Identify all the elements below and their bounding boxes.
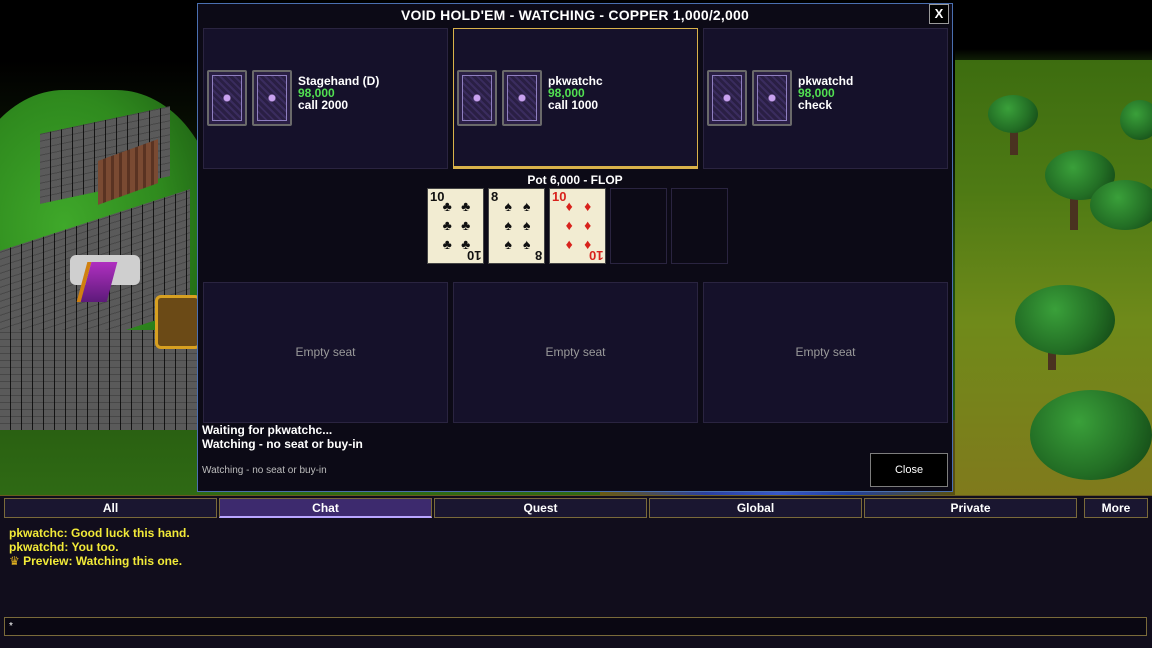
crown-icon: ♛ xyxy=(9,554,20,568)
tab-global[interactable]: Global xyxy=(649,498,862,518)
hole-card-facedown xyxy=(207,70,247,126)
chat-message: ♛ Preview: Watching this one. xyxy=(9,554,1139,568)
clubs-icon: ♣ xyxy=(442,216,452,233)
chat-message-text: Preview: Watching this one. xyxy=(23,554,183,568)
hole-card-facedown xyxy=(252,70,292,126)
tree xyxy=(1030,390,1152,480)
spades-icon: ♠ xyxy=(504,198,512,215)
chat-message: pkwatchc: Good luck this hand. xyxy=(9,526,190,540)
tab-more[interactable]: More xyxy=(1084,498,1148,518)
hole-card-facedown xyxy=(457,70,497,126)
status-footer: Watching - no seat or buy-in xyxy=(202,465,327,476)
diamonds-icon: ♦ xyxy=(565,198,573,215)
tree xyxy=(988,95,1038,133)
tree xyxy=(1015,285,1115,355)
pot-label: Pot 6,000 - FLOP xyxy=(527,173,623,187)
empty-seat-6[interactable]: Empty seat xyxy=(703,282,948,423)
chat-panel: All Chat Quest Global Private More pkwat… xyxy=(0,495,1152,648)
chat-message: pkwatchd: You too. xyxy=(9,540,119,554)
hole-card-facedown xyxy=(707,70,747,126)
empty-seat-4[interactable]: Empty seat xyxy=(203,282,448,423)
chat-input[interactable]: * xyxy=(4,617,1147,636)
spades-icon: ♠ xyxy=(504,216,512,233)
diamonds-icon: ♦ xyxy=(584,198,592,215)
player-action: call 1000 xyxy=(548,98,599,112)
card-rank: 8 xyxy=(534,248,542,263)
player-seat-1[interactable]: Stagehand (D) 98,000 call 2000 xyxy=(203,28,448,169)
card-pips: ♠ ♠ ♠ ♠ ♠ ♠ xyxy=(499,197,536,253)
poker-table-window: VOID HOLD'EM - WATCHING - COPPER 1,000/2… xyxy=(197,3,953,492)
clubs-icon: ♣ xyxy=(461,216,471,233)
close-window-button[interactable]: X xyxy=(929,4,949,24)
diamonds-icon: ♦ xyxy=(565,235,573,252)
tab-quest[interactable]: Quest xyxy=(434,498,647,518)
board-card-slot-empty xyxy=(610,188,667,264)
hole-card-facedown xyxy=(752,70,792,126)
status-waiting: Waiting for pkwatchc... xyxy=(202,423,333,437)
empty-seat-label: Empty seat xyxy=(795,345,856,359)
chat-message-list: pkwatchc: Good luck this hand. pkwatchd:… xyxy=(9,526,1139,568)
tree xyxy=(1090,180,1152,230)
board-card-slot-empty xyxy=(671,188,728,264)
diamonds-icon: ♦ xyxy=(584,216,592,233)
card-pips: ♣ ♣ ♣ ♣ ♣ ♣ xyxy=(438,197,475,253)
card-pips: ♦ ♦ ♦ ♦ ♦ ♦ xyxy=(560,197,597,253)
spades-icon: ♠ xyxy=(504,235,512,252)
card-rank: 10 xyxy=(588,248,603,263)
player-action: call 2000 xyxy=(298,98,349,112)
board-card-ten-of-clubs: 10 ♣ ♣ ♣ ♣ ♣ ♣ 10 xyxy=(427,188,484,264)
player-action: check xyxy=(798,98,833,112)
empty-seat-label: Empty seat xyxy=(545,345,606,359)
player-seat-2[interactable]: pkwatchc 98,000 call 1000 xyxy=(453,28,698,169)
spades-icon: ♠ xyxy=(523,198,531,215)
close-button[interactable]: Close xyxy=(870,453,948,487)
clubs-icon: ♣ xyxy=(442,235,452,252)
empty-seat-5[interactable]: Empty seat xyxy=(453,282,698,423)
clubs-icon: ♣ xyxy=(442,198,452,215)
spades-icon: ♠ xyxy=(523,216,531,233)
hole-card-facedown xyxy=(502,70,542,126)
board-card-ten-of-diamonds: 10 ♦ ♦ ♦ ♦ ♦ ♦ 10 xyxy=(549,188,606,264)
tab-private[interactable]: Private xyxy=(864,498,1077,518)
clubs-icon: ♣ xyxy=(461,198,471,215)
spades-icon: ♠ xyxy=(523,235,531,252)
treasure-chest[interactable] xyxy=(155,295,201,349)
diamonds-icon: ♦ xyxy=(565,216,573,233)
empty-seat-label: Empty seat xyxy=(295,345,356,359)
player-seat-3[interactable]: pkwatchd 98,000 check xyxy=(703,28,948,169)
tab-all[interactable]: All xyxy=(4,498,217,518)
tree xyxy=(1120,100,1152,140)
status-watching: Watching - no seat or buy-in xyxy=(202,437,363,451)
tab-chat[interactable]: Chat xyxy=(219,498,432,518)
window-title: VOID HOLD'EM - WATCHING - COPPER 1,000/2… xyxy=(401,7,749,23)
board-card-eight-of-spades: 8 ♠ ♠ ♠ ♠ ♠ ♠ 8 xyxy=(488,188,545,264)
card-rank: 10 xyxy=(466,248,481,263)
card-rank: 8 xyxy=(491,189,499,204)
